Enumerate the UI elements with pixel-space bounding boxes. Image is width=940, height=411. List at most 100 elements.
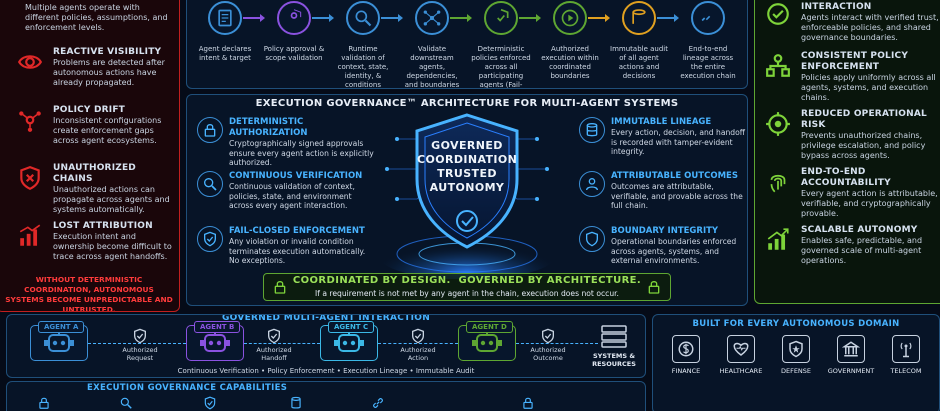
domains-title: BUILT FOR EVERY AUTONOMOUS DOMAIN: [692, 319, 900, 329]
play-icon: [553, 1, 587, 35]
database-icon: [579, 117, 605, 143]
domain-item: GOVERNMENT: [826, 335, 876, 375]
execution-flow-panel: Agent declares intent & target Policy app…: [186, 0, 748, 89]
benefit-title: END-TO-END ACCOUNTABILITY: [801, 167, 891, 188]
risk-desc: Unauthorized actions can propagate acros…: [53, 185, 170, 214]
flow-step: Validate downstream agents, dependencies…: [400, 0, 464, 89]
arch-item-fail-closed: FAIL-CLOSED ENFORCEMENT Any violation or…: [197, 226, 377, 266]
dollar-icon: [672, 335, 700, 363]
risk-item-reactive-visibility: REACTIVE VISIBILITY Problems are detecte…: [15, 47, 175, 88]
domain-label: HEALTHCARE: [719, 367, 763, 375]
benefit-desc: Prevents unauthorized chains, privilege …: [801, 131, 926, 160]
risk-title: REACTIVE VISIBILITY: [53, 47, 162, 57]
risk-item-policy-drift: POLICY DRIFT Inconsistent configurations…: [15, 105, 175, 146]
risk-item-lost-attribution: LOST ATTRIBUTION Execution intent and ow…: [15, 221, 175, 262]
flow-step-label: Policy approval & scope validation: [263, 45, 325, 62]
lock-icon: [39, 397, 49, 409]
magnifier-icon: [197, 171, 223, 197]
target-icon: [763, 109, 793, 139]
person-icon: [579, 171, 605, 197]
benefit-title: TRUSTED AI-TO-AI INTERACTION: [801, 0, 894, 12]
domain-label: DEFENSE: [780, 367, 812, 375]
flow-step: Immutable audit of all agent actions and…: [607, 0, 671, 81]
flow-step-label: Runtime validation of context, state, id…: [337, 45, 389, 89]
flow-arrow: [381, 14, 403, 22]
benefit-desc: Policies apply uniformly across all agen…: [801, 73, 936, 102]
risk-desc: Problems are detected after autonomous a…: [53, 58, 165, 87]
lock-icon: [523, 397, 533, 409]
arch-title: DETERMINISTIC AUTHORIZATION: [229, 117, 308, 138]
architecture-panel: EXECUTION GOVERNANCE™ ARCHITECTURE FOR M…: [186, 94, 748, 306]
flow-step: Agent declares intent & target: [193, 0, 257, 63]
heart-icon: [727, 335, 755, 363]
shield-check-icon: [197, 226, 223, 252]
flow-arrow: [657, 14, 679, 22]
banner-sub: If a requirement is not met by any agent…: [315, 289, 619, 298]
risk-title: LOST ATTRIBUTION: [53, 221, 153, 231]
arch-item-boundary-integrity: BOUNDARY INTEGRITY Operational boundarie…: [579, 226, 745, 266]
domain-item: DEFENSE: [771, 335, 821, 375]
bar-chart-icon: [15, 221, 45, 251]
flow-step: Runtime validation of context, state, id…: [331, 0, 395, 89]
building-icon: [837, 335, 865, 363]
benefit-title: CONSISTENT POLICY ENFORCEMENT: [801, 51, 909, 72]
benefit-item-trusted-interaction: TRUSTED AI-TO-AI INTERACTION Agents inte…: [763, 0, 940, 43]
database-icon: [622, 1, 656, 35]
user-shield-icon: [277, 1, 311, 35]
arch-title: BOUNDARY INTEGRITY: [611, 226, 719, 236]
arch-desc: Any violation or invalid condition termi…: [229, 237, 366, 266]
risk-desc: Inconsistent configurations create enfor…: [53, 116, 162, 145]
magnifier-icon: [120, 397, 132, 409]
domain-label: FINANCE: [671, 367, 701, 375]
shield-line: AUTONOMY: [429, 181, 505, 194]
shield-icon: [579, 226, 605, 252]
banner-main: COORDINATED BY DESIGN. GOVERNED BY ARCHI…: [292, 275, 642, 286]
check-circle-icon: [763, 0, 793, 29]
flow-step-label: Validate downstream agents, dependencies…: [404, 45, 460, 89]
magnifier-icon: [346, 1, 380, 35]
risk-title: POLICY DRIFT: [53, 105, 126, 115]
network-icon: [415, 1, 449, 35]
fingerprint-icon: [763, 167, 793, 197]
risk-intro: Multiple agents operate with different p…: [25, 3, 168, 32]
design-banner: COORDINATED BY DESIGN. GOVERNED BY ARCHI…: [263, 273, 671, 301]
benefits-panel: TRUSTED AI-TO-AI INTERACTION Agents inte…: [754, 0, 940, 304]
benefit-item-reduced-risk: REDUCED OPERATIONAL RISK Prevents unauth…: [763, 109, 940, 161]
document-icon: [208, 1, 242, 35]
shield-line: TRUSTED: [437, 167, 497, 180]
interaction-panel: GOVERNED MULTI-AGENT INTERACTION Continu…: [6, 314, 646, 378]
lock-icon: [197, 117, 223, 143]
shield-text: GOVERNED COORDINATION TRUSTED AUTONOMY: [417, 139, 517, 195]
domain-item: FINANCE: [661, 335, 711, 375]
badge-icon: [782, 335, 810, 363]
flow-step: Policy approval & scope validation: [262, 0, 326, 63]
benefit-item-scalable-autonomy: SCALABLE AUTONOMY Enables safe, predicta…: [763, 225, 940, 266]
arch-item-continuous-verification: CONTINUOUS VERIFICATION Continuous valid…: [197, 171, 377, 211]
domain-label: TELECOM: [890, 367, 922, 375]
org-chart-icon: [763, 51, 793, 81]
risk-desc: Execution intent and ownership become di…: [53, 232, 172, 261]
link-icon: [691, 1, 725, 35]
arch-item-immutable-lineage: IMMUTABLE LINEAGE Every action, decision…: [579, 117, 745, 157]
flow-arrow: [312, 14, 334, 22]
nodes-icon: [15, 105, 45, 135]
antenna-icon: [892, 335, 920, 363]
arch-title: CONTINUOUS VERIFICATION: [229, 171, 363, 181]
flow-arrow: [243, 14, 265, 22]
flow-arrow: [519, 14, 541, 22]
arch-desc: Outcomes are attributable, verifiable, a…: [611, 182, 743, 211]
arch-item-attributable-outcomes: ATTRIBUTABLE OUTCOMES Outcomes are attri…: [579, 171, 745, 211]
shield-line: COORDINATION: [417, 153, 518, 166]
capabilities-panel: EXECUTION GOVERNANCE CAPABILITIES: [6, 381, 646, 411]
arch-title: IMMUTABLE LINEAGE: [611, 117, 712, 127]
flow-step-label: End-to-end lineage across the entire exe…: [680, 45, 736, 80]
risk-warning: WITHOUT DETERMINISTIC COORDINATION, AUTO…: [5, 275, 173, 312]
flow-step: Deterministic policies enforced across a…: [469, 0, 533, 89]
flow-step: Authorized execution within coordinated …: [538, 0, 602, 81]
benefit-desc: Agents interact with verified trust, enf…: [801, 13, 939, 42]
arch-title: FAIL-CLOSED ENFORCEMENT: [229, 226, 365, 236]
flow-step-label: Deterministic policies enforced across a…: [471, 45, 531, 89]
benefit-desc: Enables safe, predictable, and governed …: [801, 236, 923, 265]
flow-step-label: Immutable audit of all agent actions and…: [610, 45, 668, 80]
arch-title: ATTRIBUTABLE OUTCOMES: [611, 171, 738, 181]
